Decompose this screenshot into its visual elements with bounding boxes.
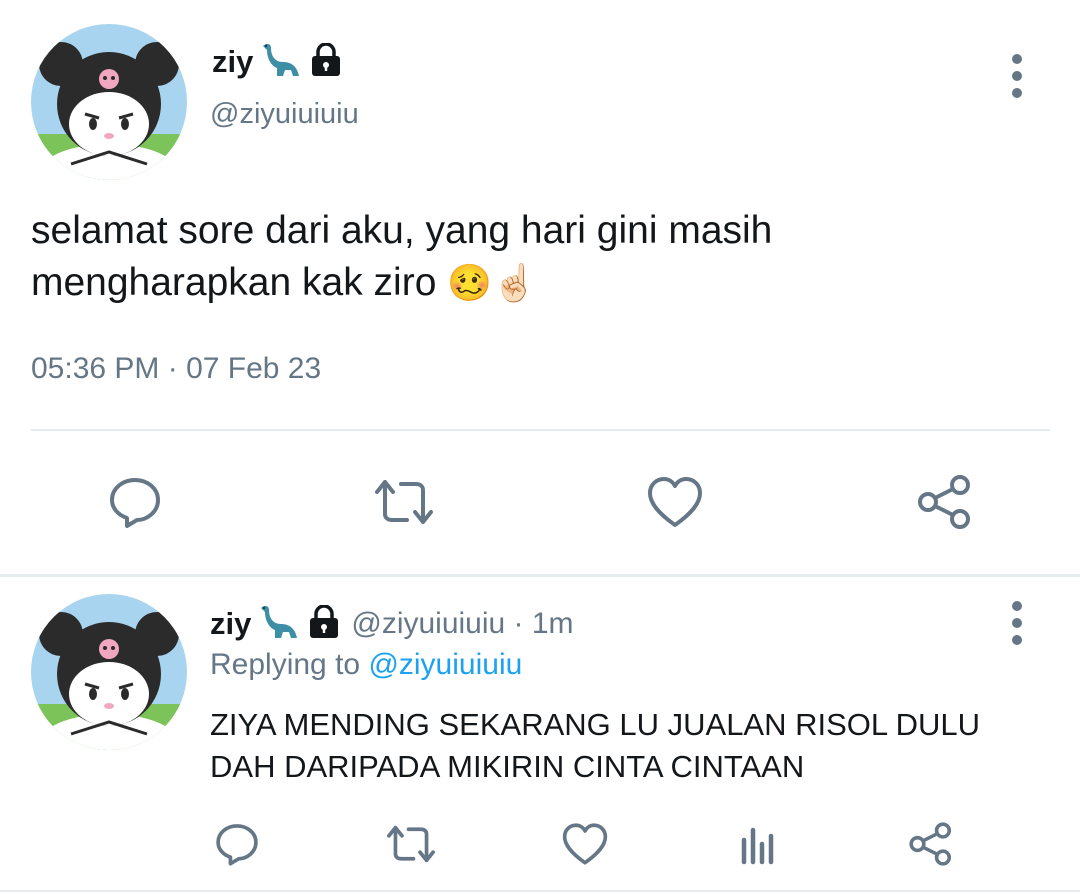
reply-text-line-1: ZIYA MENDING SEKARANG LU JUALAN RISOL DU… xyxy=(210,707,981,742)
sauropod-icon xyxy=(259,40,303,85)
author-handle[interactable]: @ziyuiuiuiu xyxy=(210,98,359,131)
handle-and-time[interactable]: @ziyuiuiuiu · 1m xyxy=(351,607,573,641)
retweet-button[interactable] xyxy=(382,818,440,870)
share-icon xyxy=(918,475,970,529)
divider xyxy=(31,429,1050,431)
analytics-icon xyxy=(741,827,774,865)
display-name[interactable]: ziy xyxy=(212,44,253,80)
like-button[interactable] xyxy=(558,818,612,870)
like-button[interactable] xyxy=(642,470,708,534)
reply-button[interactable] xyxy=(210,818,264,870)
avatar[interactable] xyxy=(31,24,187,180)
heart-icon xyxy=(648,477,702,527)
replying-to-handle[interactable]: @ziyuiuiuiu xyxy=(368,648,522,681)
reply-button[interactable] xyxy=(100,470,170,534)
share-button[interactable] xyxy=(912,470,978,534)
reply-author-row: ziy @ziyuiuiuiu · 1m xyxy=(210,602,574,646)
analytics-button[interactable] xyxy=(732,818,784,870)
tweet-text-line-1: selamat sore dari aku, yang hari gini ma… xyxy=(31,209,773,252)
retweet-button[interactable] xyxy=(368,470,440,534)
reply-text: ZIYA MENDING SEKARANG LU JUALAN RISOL DU… xyxy=(210,704,1050,788)
lock-icon xyxy=(309,41,343,82)
retweet-icon xyxy=(375,480,433,524)
comment-icon xyxy=(110,478,160,528)
tweet-text: selamat sore dari aku, yang hari gini ma… xyxy=(31,205,1031,309)
replying-to: Replying to @ziyuiuiuiu xyxy=(210,648,523,681)
avatar-image xyxy=(31,24,187,180)
more-vertical-icon[interactable] xyxy=(1003,54,1031,98)
comment-icon xyxy=(216,824,258,866)
sauropod-icon xyxy=(257,602,301,647)
share-icon xyxy=(909,822,952,866)
section-divider xyxy=(0,574,1080,577)
emoji: 🥴☝🏻 xyxy=(447,262,537,303)
avatar[interactable] xyxy=(31,594,187,750)
bottom-divider xyxy=(0,890,1080,892)
heart-icon xyxy=(562,823,608,865)
display-name[interactable]: ziy xyxy=(210,606,251,642)
lock-icon xyxy=(307,603,341,644)
share-button[interactable] xyxy=(904,818,958,870)
more-vertical-icon[interactable] xyxy=(1003,601,1031,645)
reply-text-line-2: DAH DARIPADA MIKIRIN CINTA CINTAAN xyxy=(210,749,805,784)
author-name-row: ziy xyxy=(212,40,343,84)
tweet-timestamp: 05:36 PM · 07 Feb 23 xyxy=(31,352,322,385)
avatar-image xyxy=(31,594,187,750)
retweet-icon xyxy=(387,825,435,863)
tweet-text-line-2: mengharapkan kak ziro 🥴☝🏻 xyxy=(31,261,537,304)
